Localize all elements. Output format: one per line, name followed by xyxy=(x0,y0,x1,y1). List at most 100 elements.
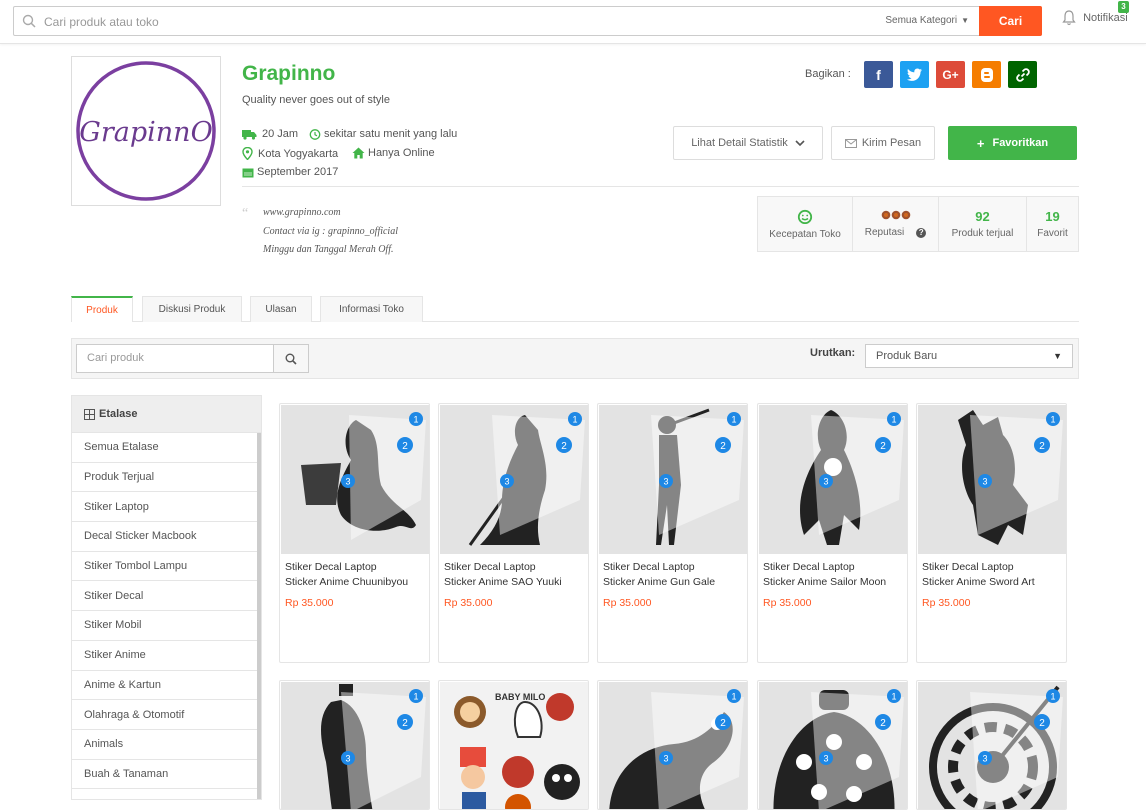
sidebar-item-anime-kartun[interactable]: Anime & Kartun xyxy=(72,670,258,701)
product-card[interactable]: 1 2 3 Stiker Decal Laptop Sticker Anime S… xyxy=(916,403,1067,663)
product-search-button[interactable] xyxy=(273,344,309,373)
product-card[interactable]: 1 2 3 Stiker Decal Laptop Sticker Anime S… xyxy=(438,403,589,663)
svg-text:3: 3 xyxy=(823,477,828,487)
sidebar-scrollbar[interactable] xyxy=(257,433,261,799)
shop-name[interactable]: Grapinno xyxy=(242,62,335,86)
svg-text:2: 2 xyxy=(880,718,886,729)
product-card[interactable]: 1 2 3 xyxy=(597,680,748,810)
facebook-icon: f xyxy=(876,66,881,83)
sidebar-item-olahraga-otomotif[interactable]: Olahraga & Otomotif xyxy=(72,700,258,730)
stat-reputation[interactable]: Reputasi ? xyxy=(853,197,939,251)
notifications-label: Notifikasi xyxy=(1083,11,1128,24)
category-select[interactable]: Semua Kategori ▼ xyxy=(885,15,969,26)
top-bar: Semua Kategori▼ Cari Notifikasi 3 xyxy=(0,0,1146,44)
stat-sold-value: 92 xyxy=(975,209,990,224)
product-price: Rp 35.000 xyxy=(763,597,812,609)
sidebar-item-stiker-anime[interactable]: Stiker Anime xyxy=(72,640,258,671)
stat-favorite-value: 19 xyxy=(1045,209,1060,224)
sidebar-item-produk-terjual[interactable]: Produk Terjual xyxy=(72,462,258,493)
sidebar-item-stiker-tombol-lampu[interactable]: Stiker Tombol Lampu xyxy=(72,551,258,582)
share-facebook-button[interactable]: f xyxy=(864,61,893,88)
quote-icon: “ xyxy=(242,206,249,221)
product-image: BABY MILO xyxy=(440,682,588,809)
sidebar-item-stiker-decal[interactable]: Stiker Decal xyxy=(72,581,258,612)
stat-favorite-label: Favorit xyxy=(1037,228,1068,239)
sidebar-item-decal-sticker-macbook[interactable]: Decal Sticker Macbook xyxy=(72,522,258,552)
product-price: Rp 35.000 xyxy=(603,597,652,609)
sidebar-item-semua-etalase[interactable]: Semua Etalase xyxy=(72,433,258,463)
product-card[interactable]: 1 2 3 xyxy=(916,680,1067,810)
stat-favorite[interactable]: 19 Favorit xyxy=(1027,197,1078,251)
share-googleplus-button[interactable]: G+ xyxy=(936,61,965,88)
favorite-button[interactable]: + Favoritkan xyxy=(948,126,1077,160)
tab-diskusi-produk[interactable]: Diskusi Produk xyxy=(142,296,242,322)
chevron-down-icon xyxy=(795,140,805,147)
share-twitter-button[interactable]: t xyxy=(900,61,929,88)
global-search-input[interactable] xyxy=(44,12,844,32)
location-pin-icon xyxy=(242,147,253,160)
product-card[interactable]: 1 2 3 xyxy=(279,680,430,810)
product-card[interactable]: 1 2 3 xyxy=(757,680,908,810)
product-image: 1 2 3 xyxy=(281,405,429,554)
view-stats-button[interactable]: Lihat Detail Statistik xyxy=(673,126,823,160)
help-icon[interactable]: ? xyxy=(916,227,927,238)
product-price: Rp 35.000 xyxy=(922,597,971,609)
product-card[interactable]: 1 2 3 Stiker Decal Laptop Sticker Anime G… xyxy=(597,403,748,663)
sidebar-item-stiker-mobil[interactable]: Stiker Mobil xyxy=(72,611,258,641)
svg-text:1: 1 xyxy=(731,692,736,702)
send-message-button[interactable]: Kirim Pesan xyxy=(831,126,935,160)
etalase-sidebar: Etalase Semua Etalase Produk Terjual Sti… xyxy=(71,395,262,800)
stat-speed[interactable]: Kecepatan Toko xyxy=(758,197,853,251)
product-search-input[interactable]: Cari produk xyxy=(76,344,274,373)
svg-text:3: 3 xyxy=(982,477,987,487)
last-online-value: sekitar satu menit yang lalu xyxy=(324,128,458,140)
svg-text:1: 1 xyxy=(1050,415,1055,425)
speedometer-icon xyxy=(797,209,813,224)
product-image: 1 2 3 xyxy=(759,405,907,554)
svg-text:3: 3 xyxy=(663,754,668,764)
envelope-icon xyxy=(844,138,857,148)
last-online: sekitar satu menit yang lalu xyxy=(309,128,457,140)
product-image: 1 2 3 xyxy=(440,405,588,554)
svg-text:3: 3 xyxy=(345,477,350,487)
shop-city: Kota Yogyakarta xyxy=(242,147,338,160)
notifications[interactable]: Notifikasi 3 xyxy=(1062,1,1129,26)
tab-ulasan[interactable]: Ulasan xyxy=(250,296,312,322)
shop-tagline: Quality never goes out of style xyxy=(242,94,390,106)
shop-online-type-value: Hanya Online xyxy=(368,147,435,159)
grid-icon xyxy=(84,408,95,420)
product-card[interactable]: 1 2 3 Stiker Decal Laptop Sticker Anime C… xyxy=(279,403,430,663)
svg-text:1: 1 xyxy=(891,692,896,702)
sidebar-item-stiker-laptop[interactable]: Stiker Laptop xyxy=(72,492,258,523)
share-blogger-button[interactable]: b xyxy=(972,61,1001,88)
svg-text:2: 2 xyxy=(1039,441,1045,452)
view-stats-label: Lihat Detail Statistik xyxy=(691,137,788,149)
sidebar-item-animals[interactable]: Animals xyxy=(72,729,258,760)
blogger-icon xyxy=(980,67,993,82)
product-card[interactable]: 1 2 3 Stiker Decal Laptop Sticker Anime S… xyxy=(757,403,908,663)
link-icon xyxy=(1015,67,1030,82)
svg-text:3: 3 xyxy=(823,754,828,764)
svg-text:3: 3 xyxy=(982,754,987,764)
sort-label: Urutkan: xyxy=(810,347,856,359)
response-time: 20 Jam xyxy=(242,128,298,140)
product-card[interactable]: BABY MILO xyxy=(438,680,589,810)
product-image: 1 2 3 xyxy=(918,405,1066,554)
sidebar-item-buah-tanaman[interactable]: Buah & Tanaman xyxy=(72,759,258,790)
product-name: Stiker Decal Laptop Sticker Anime Sailor … xyxy=(763,561,887,588)
etalase-list: Semua Etalase Produk Terjual Stiker Lapt… xyxy=(72,433,258,790)
tab-informasi-toko[interactable]: Informasi Toko xyxy=(320,296,423,322)
stat-sold[interactable]: 92 Produk terjual xyxy=(939,197,1027,251)
share-link-button[interactable]: link xyxy=(1008,61,1037,88)
tab-produk[interactable]: Produk xyxy=(71,296,133,322)
svg-text:2: 2 xyxy=(880,441,886,452)
sort-select[interactable]: Produk Baru ▼ xyxy=(865,344,1073,368)
stat-reputation-label: Reputasi xyxy=(864,227,905,238)
svg-text:1: 1 xyxy=(1050,692,1055,702)
svg-text:1: 1 xyxy=(891,415,896,425)
product-price: Rp 35.000 xyxy=(285,597,334,609)
search-button[interactable]: Cari xyxy=(979,6,1042,36)
calendar-icon xyxy=(242,168,254,177)
svg-text:BABY MILO: BABY MILO xyxy=(495,692,545,702)
product-image: 1 2 3 xyxy=(599,682,747,809)
